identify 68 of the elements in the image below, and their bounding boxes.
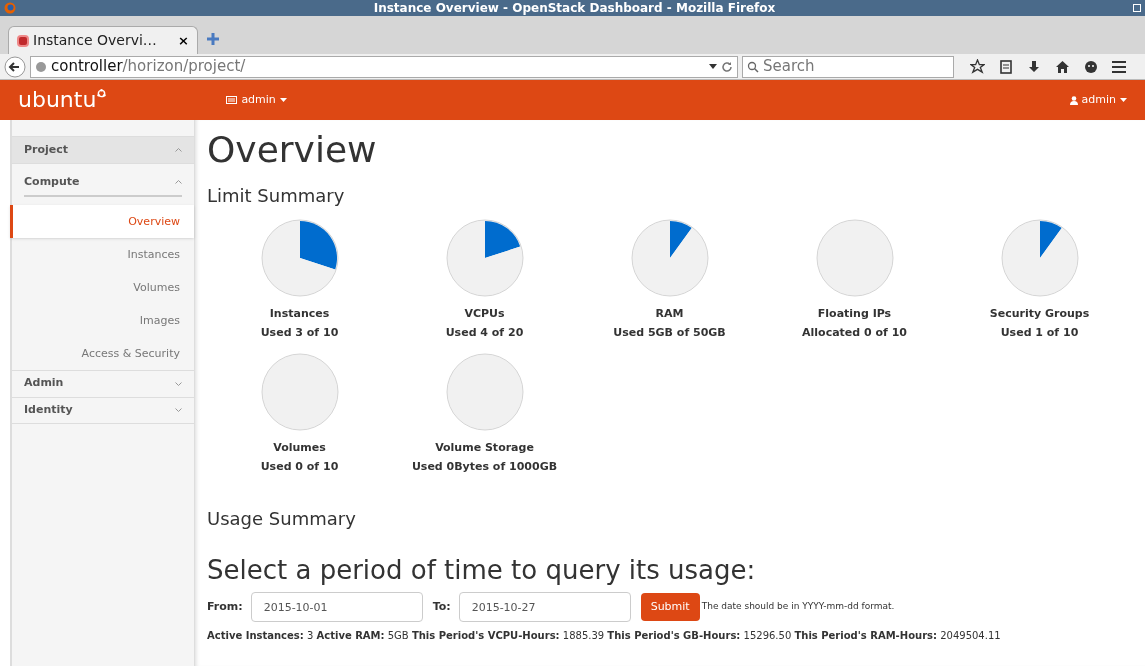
back-icon[interactable]: [4, 55, 26, 78]
limit-usage: Used 1 of 10: [1000, 324, 1079, 341]
star-icon[interactable]: [970, 59, 985, 74]
section-heading: Limit Summary: [207, 184, 346, 208]
limit-usage: Used 4 of 20: [445, 324, 524, 341]
sidebar-link[interactable]: Instances: [12, 237, 194, 271]
user-menu[interactable]: admin: [1069, 91, 1127, 109]
url-field[interactable]: controller/horizon/project/: [30, 55, 738, 78]
limit-usage: Used 5GB of 50GB: [613, 324, 726, 341]
sidebar-link[interactable]: Access & Security: [12, 336, 194, 370]
tab-favicon-icon: [17, 34, 29, 47]
ubuntu-logo: ubuntu: [18, 89, 107, 111]
limit-usage: Used 0 of 10: [260, 458, 339, 475]
url-text: controller/horizon/project/: [51, 56, 246, 78]
close-icon[interactable]: ×: [178, 30, 189, 51]
chevron-up-icon: [175, 148, 182, 152]
limit-name: Security Groups: [989, 306, 1090, 322]
chevron-down-icon: [175, 408, 182, 412]
chat-icon[interactable]: [1084, 59, 1098, 74]
circle-of-friends-icon: [97, 89, 107, 98]
sidebar-section[interactable]: Identity: [12, 396, 194, 424]
to-label: To:: [432, 598, 451, 615]
menu-icon[interactable]: [1112, 60, 1126, 73]
browser-tab[interactable]: Instance Overvi… ×: [8, 26, 198, 54]
limit-usage: Used 3 of 10: [260, 324, 339, 341]
limit-name: Floating IPs: [817, 306, 892, 322]
tab-title: Instance Overvi…: [33, 31, 157, 50]
sidebar-link[interactable]: Images: [12, 303, 194, 337]
new-tab-icon[interactable]: [206, 32, 220, 46]
query-heading: Select a period of time to query its usage:: [207, 554, 757, 586]
page-heading: Overview: [207, 128, 378, 172]
user-icon: [1069, 95, 1078, 105]
project-menu[interactable]: admin: [226, 91, 287, 109]
to-date-field[interactable]: 2015-10-27: [458, 592, 631, 622]
date-format-hint: The date should be in YYYY-mm-dd format.: [701, 600, 895, 614]
search-input[interactable]: Search: [763, 57, 943, 76]
limit-name: Instances: [269, 306, 330, 322]
limit-usage: Allocated 0 of 10: [802, 324, 907, 341]
dropdown-icon[interactable]: [709, 63, 717, 70]
reload-icon[interactable]: [721, 60, 733, 73]
sidebar-group[interactable]: Compute: [24, 174, 182, 197]
from-label: From:: [207, 598, 243, 615]
submit-button[interactable]: Submit: [640, 593, 700, 621]
reading-list-icon[interactable]: [999, 59, 1013, 74]
limit-name: RAM: [655, 306, 684, 322]
limit-usage: Used 0Bytes of 1000GB: [411, 458, 558, 475]
caret-icon: [279, 98, 287, 102]
usage-stats: Active Instances: 3 Active RAM: 5GB This Period's VCPU-Hours: 1885.39 This Period's GB-Hours: 15296.50 This Period's RAM-Hours: 2049504.11: [207, 629, 1002, 643]
limit-name: VCPUs: [464, 306, 505, 322]
section-heading: Usage Summary: [207, 507, 357, 531]
search-box[interactable]: Search: [742, 55, 954, 78]
keyboard-icon: [226, 96, 238, 104]
window-title: Instance Overview - OpenStack Dashboard - Mozilla Firefox: [372, 0, 777, 16]
from-date-field[interactable]: 2015-10-01: [250, 592, 423, 622]
limit-name: Volume Storage: [435, 440, 534, 456]
download-icon[interactable]: [1027, 59, 1041, 74]
home-icon[interactable]: [1055, 59, 1070, 74]
sidebar-section[interactable]: Project: [12, 136, 194, 163]
limit-name: Volumes: [273, 440, 326, 456]
globe-icon: [35, 60, 47, 73]
chevron-up-icon: [175, 180, 182, 185]
chevron-down-icon: [175, 381, 182, 386]
caret-icon: [1120, 98, 1127, 102]
sidebar-link[interactable]: Volumes: [12, 270, 194, 304]
sidebar-section[interactable]: Admin: [12, 369, 194, 397]
sidebar-link[interactable]: Overview: [10, 204, 194, 238]
search-icon: [747, 60, 759, 73]
maximize-icon[interactable]: [1133, 4, 1141, 12]
